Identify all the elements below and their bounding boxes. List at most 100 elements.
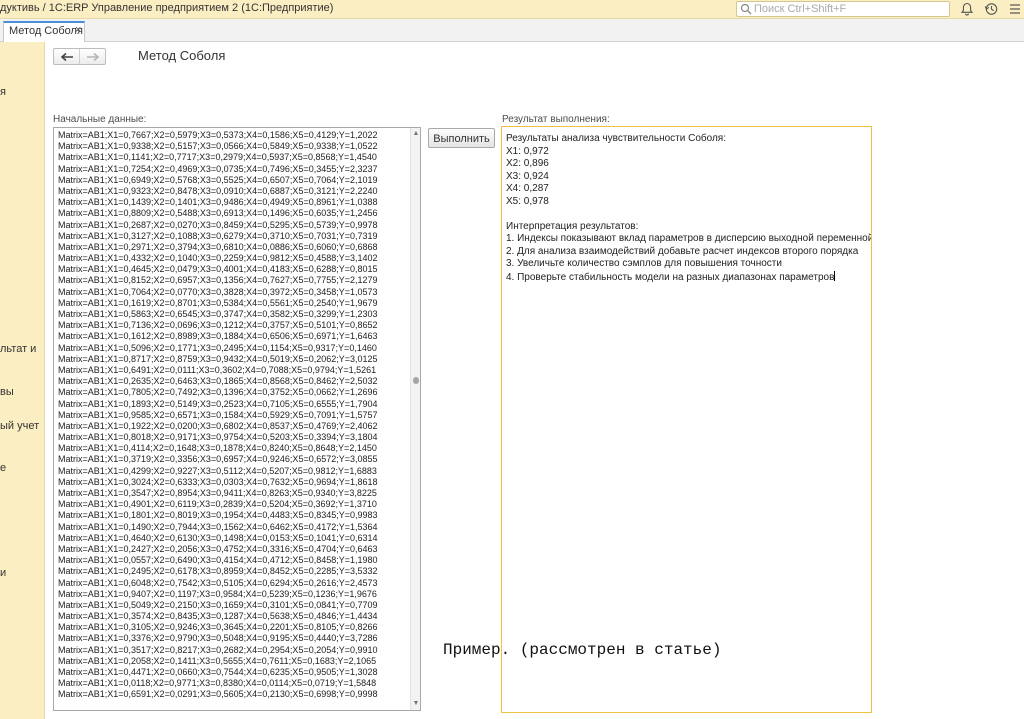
list-item: Matrix=AB1;X1=0,1893;X2=0,5149;X3=0,2523… xyxy=(58,398,378,409)
result-text: Результаты анализа чувствительности Собо… xyxy=(506,133,872,283)
list-item: Matrix=AB1;X1=0,1619;X2=0,8701;X3=0,5384… xyxy=(58,297,378,308)
list-item: Matrix=AB1;X1=0,5096;X2=0,1771;X3=0,2495… xyxy=(58,342,377,353)
result-line: Интерпретация результатов: xyxy=(506,220,639,232)
result-line: X1: 0,972 xyxy=(506,145,549,157)
list-item: Matrix=AB1;X1=0,6048;X2=0,7542;X3=0,5105… xyxy=(58,577,378,588)
list-item: Matrix=AB1;X1=0,1141;X2=0,7717;X3=0,2979… xyxy=(58,152,377,163)
sidebar-item[interactable]: вы xyxy=(0,386,14,398)
result-line: X5: 0,978 xyxy=(506,195,549,207)
initial-data-field[interactable]: Matrix=AB1;X1=0,7667;X2=0,5979;X3=0,5373… xyxy=(53,127,421,711)
page-title: Метод Соболя xyxy=(138,48,226,63)
tab-bar: Метод Соболя × xyxy=(0,19,1024,42)
list-item: Matrix=AB1;X1=0,7254;X2=0,4969;X3=0,0735… xyxy=(58,163,378,174)
sidebar-item[interactable]: е xyxy=(0,462,6,474)
sidebar-item[interactable]: я xyxy=(0,86,6,98)
result-line: X4: 0,287 xyxy=(506,183,549,194)
list-item: Matrix=AB1;X1=0,9338;X2=0,5157;X3=0,0566… xyxy=(58,141,378,152)
list-item: Matrix=AB1;X1=0,3574;X2=0,8435;X3=0,1287… xyxy=(58,611,378,622)
result-line: 4. Проверьте стабильность модели на разн… xyxy=(506,270,836,283)
arrow-right-icon xyxy=(87,52,100,61)
list-item: Matrix=AB1;X1=0,4332;X2=0,1040;X3=0,2259… xyxy=(58,253,378,264)
list-item: Matrix=AB1;X1=0,8152;X2=0,6957;X3=0,1356… xyxy=(58,275,378,286)
list-item: Matrix=AB1;X1=0,3517;X2=0,8217;X3=0,2682… xyxy=(58,644,378,655)
execute-button-label: Выполнить xyxy=(433,133,490,145)
list-item: Matrix=AB1;X1=0,2427;X2=0,2056;X3=0,4752… xyxy=(58,543,378,554)
text-cursor xyxy=(834,270,836,281)
menu-icon[interactable] xyxy=(1007,1,1023,17)
list-item: Matrix=AB1;X1=0,6949;X2=0,5768;X3=0,5525… xyxy=(58,174,378,185)
search-placeholder: Поиск Ctrl+Shift+F xyxy=(754,3,847,15)
list-item: Matrix=AB1;X1=0,2058;X2=0,1411;X3=0,5655… xyxy=(58,655,377,666)
list-item: Matrix=AB1;X1=0,1801;X2=0,8019;X3=0,1954… xyxy=(58,510,378,521)
list-item: Matrix=AB1;X1=0,9585;X2=0,6571;X3=0,1584… xyxy=(58,409,378,420)
result-label: Результат выполнения: xyxy=(502,114,610,125)
list-item: Matrix=AB1;X1=0,2635;X2=0,6463;X3=0,1865… xyxy=(58,376,378,387)
list-item: Matrix=AB1;X1=0,4114;X2=0,1648;X3=0,1878… xyxy=(58,443,377,454)
list-item: Matrix=AB1;X1=0,7136;X2=0,0696;X3=0,1212… xyxy=(58,320,378,331)
tab-label: Метод Соболя xyxy=(9,25,83,37)
result-line: 1. Индексы показывают вклад параметров в… xyxy=(506,233,872,244)
back-button[interactable] xyxy=(54,49,80,64)
execute-button[interactable]: Выполнить xyxy=(428,128,495,148)
result-line xyxy=(506,208,866,221)
list-item: Matrix=AB1;X1=0,3024;X2=0,6333;X3=0,0303… xyxy=(58,476,378,487)
list-item: Matrix=AB1;X1=0,8018;X2=0,9171;X3=0,9754… xyxy=(58,432,378,443)
history-icon[interactable] xyxy=(983,1,999,17)
result-field[interactable]: Результаты анализа чувствительности Собо… xyxy=(501,126,872,713)
caption-text: Пример. (рассмотрен в статье) xyxy=(443,641,722,659)
list-item: Matrix=AB1;X1=0,7064;X2=0,0770;X3=0,3828… xyxy=(58,286,378,297)
list-item: Matrix=AB1;X1=0,7667;X2=0,5979;X3=0,5373… xyxy=(58,130,378,140)
sidebar-item[interactable]: и xyxy=(0,567,6,579)
list-item: Matrix=AB1;X1=0,5049;X2=0,2150;X3=0,1659… xyxy=(58,599,378,610)
initial-data-lines: Matrix=AB1;X1=0,7667;X2=0,5979;X3=0,5373… xyxy=(58,130,408,701)
list-item: Matrix=AB1;X1=0,3547;X2=0,8954;X3=0,9411… xyxy=(58,488,377,498)
title-bar: дуктивь / 1С:ERP Управление предприятием… xyxy=(0,0,1024,19)
sidebar-item[interactable]: льтат и xyxy=(0,343,36,355)
list-item: Matrix=AB1;X1=0,2495;X2=0,6178;X3=0,8959… xyxy=(58,566,378,577)
list-item: Matrix=AB1;X1=0,4299;X2=0,9227;X3=0,5112… xyxy=(58,465,377,476)
result-line: X3: 0,924 xyxy=(506,170,549,182)
list-item: Matrix=AB1;X1=0,0557;X2=0,6490;X3=0,4154… xyxy=(58,555,378,566)
list-item: Matrix=AB1;X1=0,1612;X2=0,8989;X3=0,1884… xyxy=(58,331,378,342)
vertical-scrollbar[interactable]: ▲ ▼ xyxy=(410,128,420,710)
scrollbar-thumb[interactable] xyxy=(413,377,419,384)
list-item: Matrix=AB1;X1=0,9407;X2=0,1197;X3=0,9584… xyxy=(58,588,377,599)
list-item: Matrix=AB1;X1=0,3105;X2=0,9246;X3=0,3645… xyxy=(58,622,378,633)
list-item: Matrix=AB1;X1=0,6591;X2=0,0291;X3=0,5605… xyxy=(58,689,378,700)
sidebar-item[interactable]: ый учет xyxy=(0,420,39,432)
list-item: Matrix=AB1;X1=0,3127;X2=0,1088;X3=0,6279… xyxy=(58,230,378,241)
forward-button[interactable] xyxy=(80,49,106,64)
list-item: Matrix=AB1;X1=0,4901;X2=0,6119;X3=0,2839… xyxy=(58,499,377,510)
list-item: Matrix=AB1;X1=0,2687;X2=0,0270;X3=0,8459… xyxy=(58,219,378,230)
sidebar: я льтат и вы ый учет е и xyxy=(0,42,45,719)
arrow-left-icon xyxy=(60,52,73,61)
result-line: X2: 0,896 xyxy=(506,158,549,169)
list-item: Matrix=AB1;X1=0,8717;X2=0,8759;X3=0,9432… xyxy=(58,353,378,364)
list-item: Matrix=AB1;X1=0,3376;X2=0,9790;X3=0,5048… xyxy=(58,633,378,644)
list-item: Matrix=AB1;X1=0,1922;X2=0,0200;X3=0,6802… xyxy=(58,420,378,431)
tab-sobol-method[interactable]: Метод Соболя × xyxy=(3,21,85,42)
search-input[interactable]: Поиск Ctrl+Shift+F xyxy=(736,1,950,17)
list-item: Matrix=AB1;X1=0,8809;X2=0,5488;X3=0,6913… xyxy=(58,208,378,219)
list-item: Matrix=AB1;X1=0,4640;X2=0,6130;X3=0,1498… xyxy=(58,532,378,543)
list-item: Matrix=AB1;X1=0,6491;X2=0,0111;X3=0,3602… xyxy=(58,364,377,375)
navigation-buttons xyxy=(53,48,106,65)
result-line: 2. Для анализа взаимодействий добавьте р… xyxy=(506,245,859,257)
list-item: Matrix=AB1;X1=0,9323;X2=0,8478;X3=0,0910… xyxy=(58,185,378,196)
list-item: Matrix=AB1;X1=0,4645;X2=0,0479;X3=0,4001… xyxy=(58,264,378,275)
initial-data-label: Начальные данные: xyxy=(53,114,147,125)
list-item: Matrix=AB1;X1=0,3719;X2=0,3356;X3=0,6957… xyxy=(58,454,378,465)
result-line: 3. Увеличьте количество сэмплов для повы… xyxy=(506,258,782,269)
list-item: Matrix=AB1;X1=0,5863;X2=0,6545;X3=0,3747… xyxy=(58,309,378,319)
list-item: Matrix=AB1;X1=0,7805;X2=0,7492;X3=0,1396… xyxy=(58,387,378,398)
list-item: Matrix=AB1;X1=0,2971;X2=0,3794;X3=0,6810… xyxy=(58,241,378,252)
tab-close-icon[interactable]: × xyxy=(75,24,81,36)
scroll-down-icon[interactable]: ▼ xyxy=(412,700,420,708)
scroll-up-icon[interactable]: ▲ xyxy=(412,130,420,138)
list-item: Matrix=AB1;X1=0,1439;X2=0,1401;X3=0,9486… xyxy=(58,197,378,208)
window-title: дуктивь / 1С:ERP Управление предприятием… xyxy=(0,2,334,14)
search-icon xyxy=(740,3,752,15)
list-item: Matrix=AB1;X1=0,0118;X2=0,9771;X3=0,8380… xyxy=(58,678,377,689)
list-item: Matrix=AB1;X1=0,4471;X2=0,0660;X3=0,7544… xyxy=(58,667,378,677)
bell-icon[interactable] xyxy=(959,1,975,17)
